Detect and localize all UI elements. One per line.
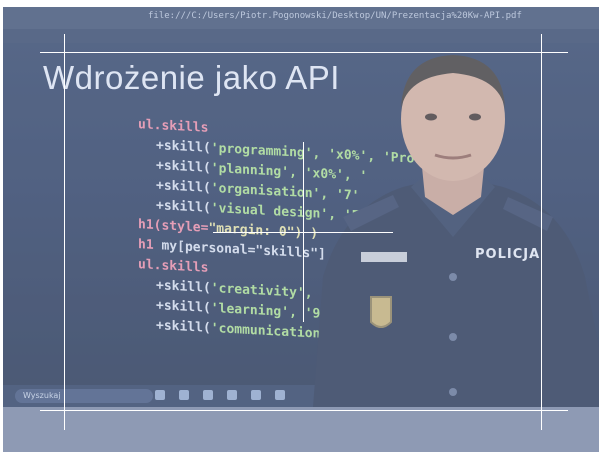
light-overlay (3, 7, 599, 407)
guide-line-bottom (40, 410, 568, 411)
guide-line-right (541, 34, 542, 430)
bottom-strip (3, 407, 599, 452)
crosshair-vertical (303, 142, 304, 322)
guide-line-left (64, 34, 65, 430)
guide-line-top (40, 52, 568, 53)
